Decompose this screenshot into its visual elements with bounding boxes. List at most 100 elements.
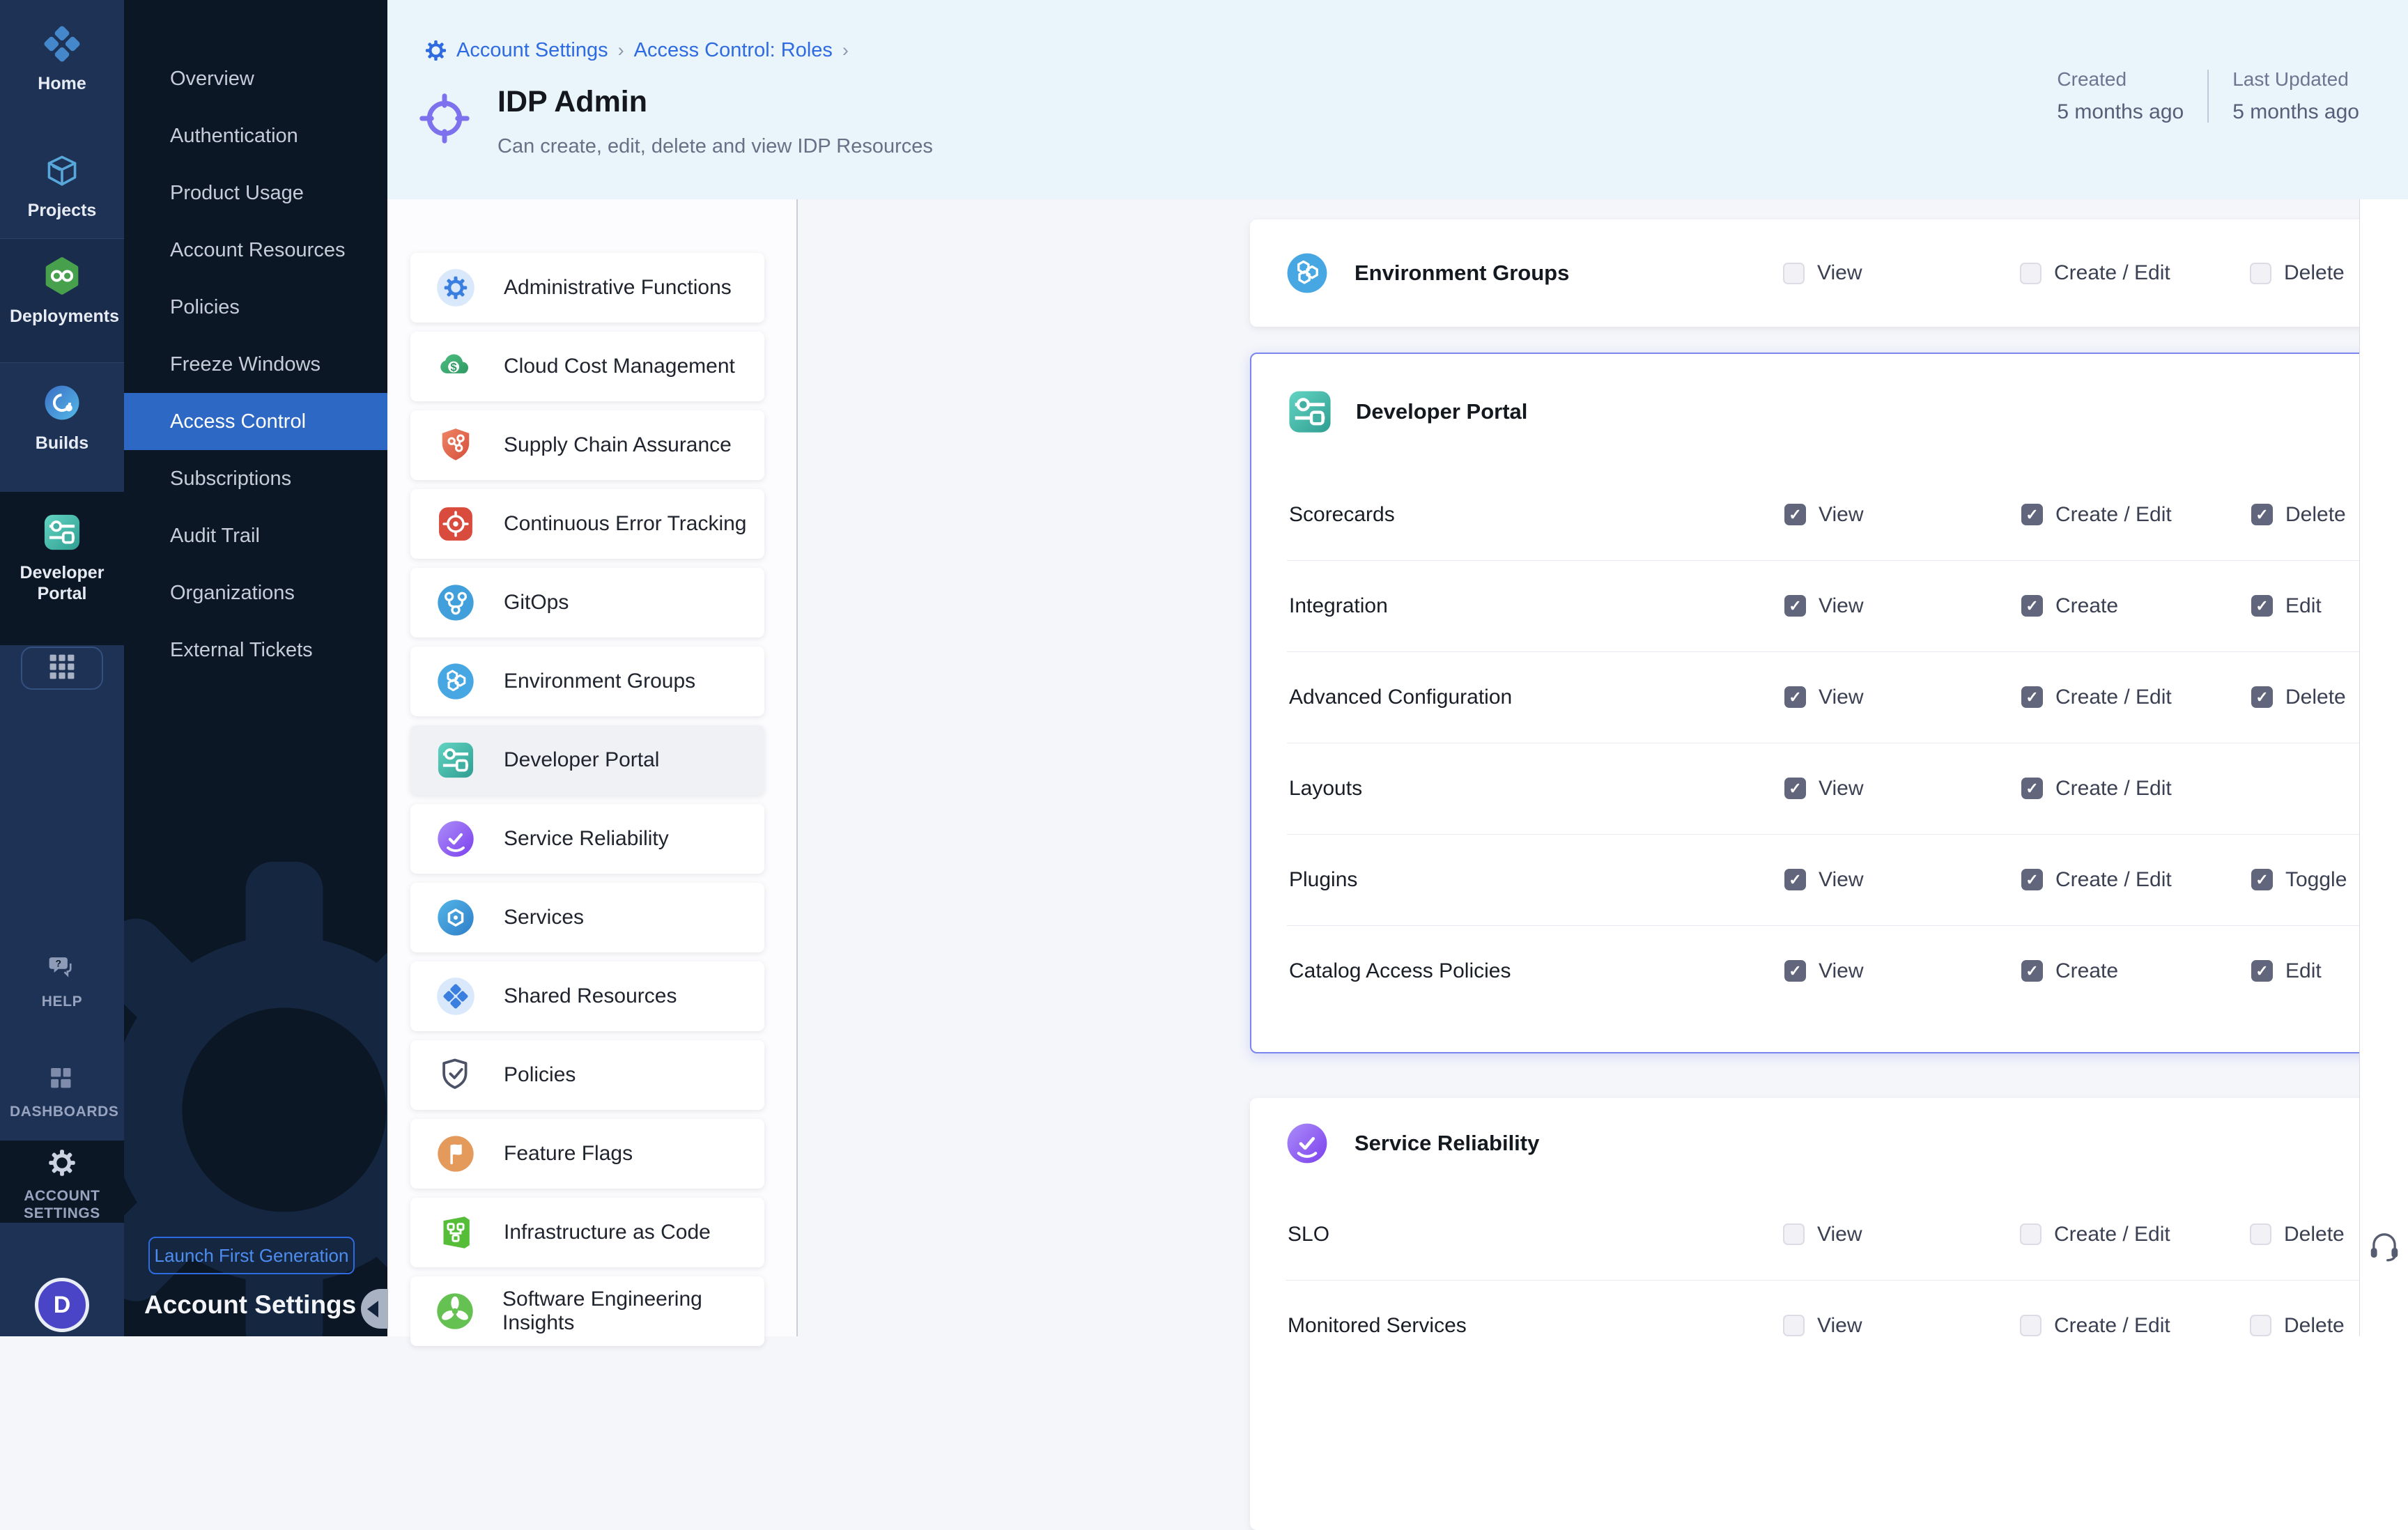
resource-card-supply-chain-assurance[interactable]: Supply Chain Assurance xyxy=(410,410,764,480)
nav-item-organizations[interactable]: Organizations xyxy=(124,564,387,621)
checkbox-edit-icon[interactable] xyxy=(2251,595,2273,617)
resource-card-administrative-functions[interactable]: Administrative Functions xyxy=(410,253,764,323)
permission-monitored-services-view[interactable]: View xyxy=(1783,1314,1862,1338)
checkbox-toggle-icon[interactable] xyxy=(2251,869,2273,890)
rail-item-home[interactable]: Home xyxy=(0,25,124,94)
user-avatar[interactable]: D xyxy=(35,1278,89,1332)
checkbox-view-icon[interactable] xyxy=(1783,1315,1805,1336)
nav-item-account-resources[interactable]: Account Resources xyxy=(124,222,387,279)
permission-label: Create / Edit xyxy=(2055,868,2172,892)
checkbox-create-edit-icon[interactable] xyxy=(2020,1315,2042,1336)
permission-row-advanced-configuration: Advanced ConfigurationViewCreate / EditD… xyxy=(1251,651,2408,743)
permission-environment-groups-delete[interactable]: Delete xyxy=(2250,261,2345,285)
permission-monitored-services-create-edit[interactable]: Create / Edit xyxy=(2020,1314,2170,1338)
checkbox-edit-icon[interactable] xyxy=(2251,960,2273,982)
resource-card-shared-resources[interactable]: Shared Resources xyxy=(410,961,764,1031)
checkbox-create-edit-icon[interactable] xyxy=(2021,504,2043,525)
checkbox-create-icon[interactable] xyxy=(2021,595,2043,617)
checkbox-delete-icon[interactable] xyxy=(2251,504,2273,525)
permission-layouts-view[interactable]: View xyxy=(1784,777,1863,801)
environment-groups-icon xyxy=(435,662,476,701)
service-reliability-icon xyxy=(1286,1122,1329,1165)
resource-card-services[interactable]: Services xyxy=(410,883,764,952)
nav-item-external-tickets[interactable]: External Tickets xyxy=(124,621,387,679)
rail-item-account-settings[interactable]: ACCOUNT SETTINGS xyxy=(0,1141,124,1223)
resource-card-infrastructure-as-code[interactable]: Infrastructure as Code xyxy=(410,1198,764,1267)
section-header-developer-portal: Developer Portal xyxy=(1251,354,2408,469)
scrollbar-track[interactable] xyxy=(2359,199,2408,1336)
nav-item-overview[interactable]: Overview xyxy=(124,50,387,107)
permission-row-catalog-access-policies: Catalog Access PoliciesViewCreateEditDel… xyxy=(1251,925,2408,1017)
permission-catalog-access-policies-create[interactable]: Create xyxy=(2021,959,2118,983)
checkbox-view-icon[interactable] xyxy=(1784,595,1806,617)
permission-slo-create-edit[interactable]: Create / Edit xyxy=(2020,1223,2170,1246)
checkbox-view-icon[interactable] xyxy=(1784,960,1806,982)
rail-item-builds[interactable]: Builds xyxy=(0,383,124,454)
checkbox-create-edit-icon[interactable] xyxy=(2020,263,2042,284)
checkbox-view-icon[interactable] xyxy=(1783,263,1805,284)
checkbox-view-icon[interactable] xyxy=(1784,869,1806,890)
rail-item-projects[interactable]: Projects xyxy=(0,152,124,221)
permission-advanced-configuration-delete[interactable]: Delete xyxy=(2251,686,2346,709)
permission-catalog-access-policies-view[interactable]: View xyxy=(1784,959,1863,983)
resource-card-software-engineering-insights[interactable]: Software Engineering Insights xyxy=(410,1276,764,1346)
breadcrumb-access-control-roles[interactable]: Access Control: Roles xyxy=(634,39,833,62)
checkbox-view-icon[interactable] xyxy=(1783,1223,1805,1245)
nav-item-product-usage[interactable]: Product Usage xyxy=(124,164,387,222)
checkbox-view-icon[interactable] xyxy=(1784,778,1806,799)
permission-slo-view[interactable]: View xyxy=(1783,1223,1862,1246)
permission-catalog-access-policies-edit[interactable]: Edit xyxy=(2251,959,2322,983)
permission-integration-create[interactable]: Create xyxy=(2021,594,2118,618)
checkbox-view-icon[interactable] xyxy=(1784,686,1806,708)
permission-slo-delete[interactable]: Delete xyxy=(2250,1223,2345,1246)
checkbox-delete-icon[interactable] xyxy=(2250,1223,2271,1245)
permission-plugins-view[interactable]: View xyxy=(1784,868,1863,892)
permission-integration-edit[interactable]: Edit xyxy=(2251,594,2322,618)
permission-advanced-configuration-view[interactable]: View xyxy=(1784,686,1863,709)
rail-item-dashboards[interactable]: DASHBOARDS xyxy=(0,1065,124,1120)
resource-card-cloud-cost-management[interactable]: $Cloud Cost Management xyxy=(410,332,764,401)
permission-plugins-create-edit[interactable]: Create / Edit xyxy=(2021,868,2172,892)
resource-card-gitops[interactable]: GitOps xyxy=(410,568,764,638)
resource-card-continuous-error-tracking[interactable]: Continuous Error Tracking xyxy=(410,489,764,559)
nav-item-subscriptions[interactable]: Subscriptions xyxy=(124,450,387,507)
rail-item-developer-portal[interactable]: Developer Portal xyxy=(0,492,124,645)
rail-item-deployments[interactable]: Deployments xyxy=(0,239,124,363)
checkbox-delete-icon[interactable] xyxy=(2250,263,2271,284)
launch-first-generation-button[interactable]: Launch First Generation xyxy=(148,1237,355,1274)
resource-card-developer-portal[interactable]: Developer Portal xyxy=(410,725,764,795)
nav-item-freeze-windows[interactable]: Freeze Windows xyxy=(124,336,387,393)
page-subtitle: Can create, edit, delete and view IDP Re… xyxy=(497,135,933,158)
checkbox-view-icon[interactable] xyxy=(1784,504,1806,525)
module-picker-button[interactable] xyxy=(21,647,103,690)
breadcrumb-account-settings[interactable]: Account Settings xyxy=(456,39,608,62)
nav-item-access-control[interactable]: Access Control xyxy=(124,393,387,450)
resource-card-environment-groups[interactable]: Environment Groups xyxy=(410,647,764,716)
permission-environment-groups-create-edit[interactable]: Create / Edit xyxy=(2020,261,2170,285)
checkbox-create-icon[interactable] xyxy=(2021,960,2043,982)
checkbox-create-edit-icon[interactable] xyxy=(2021,686,2043,708)
resource-card-policies[interactable]: Policies xyxy=(410,1040,764,1110)
checkbox-create-edit-icon[interactable] xyxy=(2020,1223,2042,1245)
headset-icon[interactable] xyxy=(2367,1229,2402,1264)
checkbox-delete-icon[interactable] xyxy=(2251,686,2273,708)
permission-monitored-services-delete[interactable]: Delete xyxy=(2250,1314,2345,1338)
permission-advanced-configuration-create-edit[interactable]: Create / Edit xyxy=(2021,686,2172,709)
rail-item-help[interactable]: ?HELP xyxy=(0,953,124,1010)
checkbox-create-edit-icon[interactable] xyxy=(2021,778,2043,799)
resource-card-feature-flags[interactable]: Feature Flags xyxy=(410,1119,764,1189)
permission-plugins-toggle[interactable]: Toggle xyxy=(2251,868,2347,892)
nav-item-audit-trail[interactable]: Audit Trail xyxy=(124,507,387,564)
nav-item-authentication[interactable]: Authentication xyxy=(124,107,387,164)
permission-scorecards-delete[interactable]: Delete xyxy=(2251,503,2346,527)
permission-scorecards-view[interactable]: View xyxy=(1784,503,1863,527)
resource-card-service-reliability[interactable]: Service Reliability xyxy=(410,804,764,874)
permission-integration-view[interactable]: View xyxy=(1784,594,1863,618)
nav-item-policies[interactable]: Policies xyxy=(124,279,387,336)
checkbox-create-edit-icon[interactable] xyxy=(2021,869,2043,890)
permission-scorecards-create-edit[interactable]: Create / Edit xyxy=(2021,503,2172,527)
permission-environment-groups-view[interactable]: View xyxy=(1783,261,1862,285)
permission-layouts-create-edit[interactable]: Create / Edit xyxy=(2021,777,2172,801)
gear-icon xyxy=(425,40,447,61)
checkbox-delete-icon[interactable] xyxy=(2250,1315,2271,1336)
